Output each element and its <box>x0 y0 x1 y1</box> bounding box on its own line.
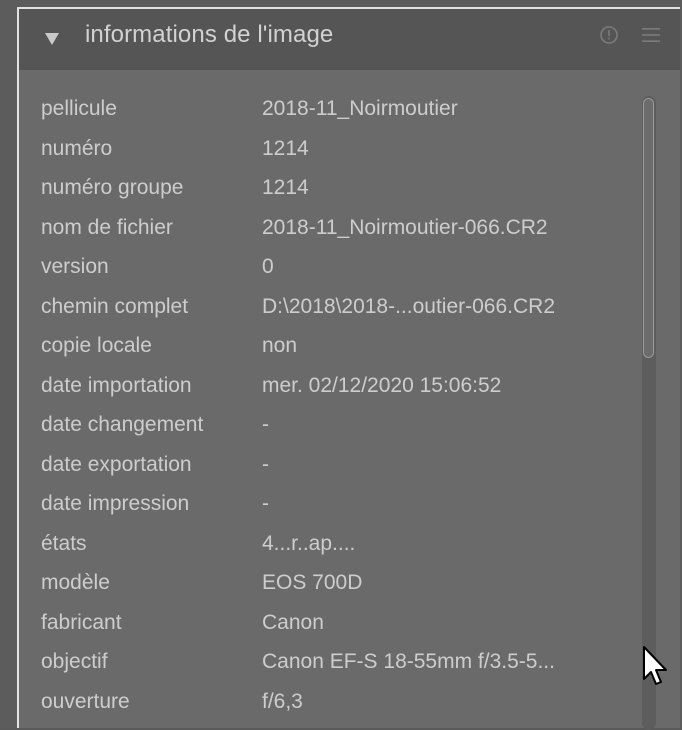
metadata-value: - <box>262 413 269 436</box>
scrollbar-thumb[interactable] <box>643 98 654 358</box>
metadata-label: pellicule <box>41 97 117 120</box>
metadata-value: 1214 <box>262 176 309 199</box>
metadata-label: date impression <box>41 492 190 515</box>
metadata-row: pellicule 2018-11_Noirmoutier <box>41 97 641 137</box>
metadata-value: EOS 700D <box>262 571 363 594</box>
metadata-label: fabricant <box>41 610 122 634</box>
metadata-label: version <box>41 255 109 278</box>
hamburger-menu-icon[interactable] <box>641 25 661 45</box>
metadata-value: Canon EF-S 18-55mm f/3.5-5... <box>262 650 555 673</box>
metadata-row: version 0 <box>41 255 641 295</box>
panel-header[interactable]: informations de l'image <box>19 9 680 70</box>
metadata-value: non <box>262 334 298 357</box>
metadata-label: objectif <box>41 650 108 673</box>
metadata-row: date importation mer. 02/12/2020 15:06:52 <box>41 374 641 414</box>
metadata-row: copie locale non <box>41 334 641 374</box>
metadata-row: chemin complet D:\2018\2018-...outier-066… <box>41 295 641 335</box>
metadata-row: objectif Canon EF-S 18-55mm f/3.5-5... <box>41 650 641 690</box>
image-information-panel: informations de l'image pellicule 2018-11… <box>17 7 680 730</box>
metadata-value: mer. 02/12/2020 15:06:52 <box>262 373 502 397</box>
metadata-row: numéro 1214 <box>41 137 641 177</box>
metadata-row: ouverture f/6,3 <box>41 690 641 730</box>
metadata-label: date importation <box>41 373 192 397</box>
metadata-value: - <box>262 452 269 476</box>
metadata-value: 0 <box>262 255 274 278</box>
metadata-value: D:\2018\2018-...outier-066.CR2 <box>262 294 556 318</box>
metadata-list: pellicule 2018-11_Noirmoutier numéro 1214 nu… <box>41 97 641 729</box>
metadata-row: date changement - <box>41 413 641 453</box>
metadata-label: numéro groupe <box>41 176 184 199</box>
metadata-label: date exportation <box>41 452 192 476</box>
metadata-value: f/6,3 <box>262 689 303 713</box>
panel-title: informations de l'image <box>85 21 334 48</box>
metadata-value: 2018-11_Noirmoutier <box>262 97 458 120</box>
metadata-label: modèle <box>41 571 110 594</box>
info-circle-icon[interactable] <box>599 25 619 45</box>
metadata-value: 2018-11_Noirmoutier-066.CR2 <box>262 215 548 239</box>
metadata-row: date exportation - <box>41 453 641 493</box>
metadata-label: ouverture <box>41 689 130 713</box>
metadata-row: date impression - <box>41 492 641 532</box>
metadata-value: 1214 <box>262 136 309 160</box>
triangle-down-icon[interactable] <box>45 33 59 45</box>
metadata-label: date changement <box>41 413 204 436</box>
metadata-row: états 4...r..ap.... <box>41 532 641 572</box>
metadata-label: numéro <box>41 136 113 160</box>
mouse-cursor-icon <box>643 646 667 685</box>
metadata-label: nom de fichier <box>41 215 173 239</box>
metadata-value: Canon <box>262 610 324 634</box>
metadata-label: états <box>41 531 87 555</box>
metadata-row: fabricant Canon <box>41 611 641 651</box>
metadata-value: - <box>262 492 269 515</box>
metadata-label: copie locale <box>41 334 152 357</box>
metadata-value: 4...r..ap.... <box>262 531 356 555</box>
metadata-label: chemin complet <box>41 294 189 318</box>
metadata-row: modèle EOS 700D <box>41 571 641 611</box>
metadata-row: numéro groupe 1214 <box>41 176 641 216</box>
metadata-row: nom de fichier 2018-11_Noirmoutier-066.CR… <box>41 216 641 256</box>
window-frame: informations de l'image pellicule 2018-11… <box>0 0 682 730</box>
scrollbar[interactable] <box>642 96 656 730</box>
